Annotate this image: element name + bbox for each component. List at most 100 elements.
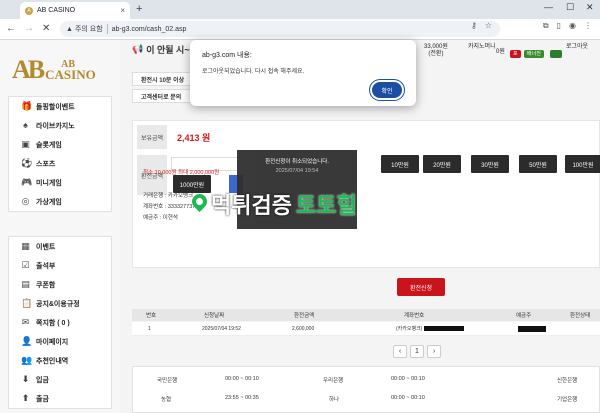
- tab-title: AB CASINO: [37, 7, 76, 14]
- sidebar-item[interactable]: ♠ 라이브카지노: [9, 116, 111, 135]
- sidebar-item[interactable]: 🎮 미니게임: [9, 173, 111, 192]
- sidebar-item-label: 출금: [36, 395, 49, 403]
- menu-icon[interactable]: ⋮: [584, 21, 592, 31]
- bank-info: 거래은행 : 카카오뱅크: [143, 193, 194, 199]
- coupon-icon: ▤: [21, 279, 30, 289]
- min-max-note: 최소 10,000원 최대 2,000,000원: [143, 170, 220, 176]
- sidebar-item[interactable]: 👤 마이페이지: [9, 332, 111, 351]
- balance-value: 2,413 원: [177, 133, 211, 143]
- back-icon[interactable]: ←: [6, 23, 16, 35]
- amount-30-button[interactable]: 30만원: [471, 155, 509, 173]
- warning-icon: ▲: [66, 25, 73, 33]
- account-menu: ▦ 이벤트 ☑ 출석부 ▤ 쿠폰함 📋 공지&이용규정 ✉ 쪽지함 ( 0 ) 👤 마이페이지 👥 추천인…: [8, 236, 112, 409]
- url-text: ab-g3.com/cash_02.asp: [111, 25, 187, 33]
- amount-10-button[interactable]: 10만원: [381, 155, 419, 173]
- sidebar-item-label: 라이브카지노: [36, 122, 75, 130]
- forward-icon[interactable]: →: [24, 23, 34, 35]
- vr-icon: ◎: [21, 196, 30, 206]
- game-menu: 🎁 돌핑할이벤트 ♠ 라이브카지노 ▣ 슬롯게임 ⚽ 스포츠 🎮 미니게임 ◎ 가상게임: [8, 96, 112, 212]
- casino-money: 카지노머니: [468, 44, 496, 50]
- logout-badge-icon[interactable]: [550, 50, 562, 58]
- sidebar-item-label: 이벤트: [36, 243, 56, 251]
- sidebar-item[interactable]: ⬆ 출금: [9, 389, 111, 408]
- withdraw-icon: ⬆: [21, 393, 30, 403]
- logout-link[interactable]: 로그아웃: [566, 44, 588, 51]
- bank-maintenance-table: 국민은행 00:00 ~ 00:10 우리은행 00:00 ~ 00:10 신한…: [132, 366, 600, 413]
- banner-badge[interactable]: 배너전: [524, 50, 544, 58]
- dialog-ok-button[interactable]: 확인: [372, 82, 402, 98]
- sidebar-item-label: 마이페이지: [36, 338, 69, 346]
- notice-icon: 📋: [21, 298, 33, 308]
- ball-icon: ⚽: [21, 158, 33, 168]
- close-tab-icon[interactable]: ×: [120, 6, 125, 15]
- gift-icon: 🎁: [21, 101, 33, 111]
- amount-20-button[interactable]: 20만원: [423, 155, 461, 173]
- amount-50-button[interactable]: 50만원: [519, 155, 557, 173]
- redacted-holder: [518, 326, 546, 332]
- close-window-icon[interactable]: ✕: [586, 2, 594, 13]
- deposit-icon: ⬇: [21, 374, 30, 384]
- sidebar-item[interactable]: ⚽ 스포츠: [9, 154, 111, 173]
- dialog-title: ab-g3.com 내용:: [202, 52, 252, 59]
- new-tab-icon[interactable]: +: [136, 3, 142, 15]
- redacted-account: [424, 326, 464, 331]
- security-warning[interactable]: ▲ 주의 요함: [66, 24, 108, 34]
- mail-icon: ✉: [21, 317, 30, 327]
- site-logo[interactable]: AB AB CASINO: [12, 54, 106, 86]
- holder-info: 예금주 : 이현석: [143, 215, 178, 221]
- history-table-header: 번호 신청날짜 환전금액 계좌번호 예금주 환전상태: [132, 309, 600, 321]
- sidebar-item[interactable]: ▦ 이벤트: [9, 237, 111, 256]
- star-icon[interactable]: ☆: [485, 21, 492, 30]
- next-page-button[interactable]: ›: [427, 345, 441, 358]
- extensions-icon[interactable]: ⧉: [543, 21, 549, 31]
- sidebar-item[interactable]: ✉ 쪽지함 ( 0 ): [9, 313, 111, 332]
- stop-icon[interactable]: ✕: [42, 23, 50, 35]
- sidebar-item-label: 쿠폰함: [36, 281, 56, 289]
- alert-dialog: ab-g3.com 내용: 로그아웃되었습니다. 다시 접속 해주세요. 확인: [190, 40, 416, 106]
- page-1-button[interactable]: 1: [410, 345, 424, 358]
- pagination: ‹ 1 ›: [393, 345, 441, 358]
- browser-toolbar: ← → ✕ ▲ 주의 요함 ab-g3.com/cash_02.asp ⚷ ☆ …: [0, 19, 600, 40]
- key-icon[interactable]: ⚷: [471, 21, 477, 30]
- table-row[interactable]: 1 2025/07/04 19:52 2,600,000 (카카오뱅크): [132, 322, 600, 336]
- address-actions: ⚷ ☆: [471, 21, 492, 30]
- sidebar-item-label: 스포츠: [36, 160, 56, 168]
- sidebar-item[interactable]: ◎ 가상게임: [9, 192, 111, 211]
- map-pin-icon: [192, 194, 207, 214]
- amount-100-button[interactable]: 100만원: [565, 155, 600, 173]
- point-badge[interactable]: 포: [510, 50, 521, 58]
- spade-icon: ♠: [23, 120, 28, 130]
- sidebar-item-label: 출석부: [36, 262, 56, 270]
- browser-tab-strip: A AB CASINO × + — ☐ ✕: [0, 0, 600, 19]
- favicon-icon: A: [25, 6, 33, 15]
- profile-icon[interactable]: ◉: [569, 21, 576, 31]
- check-icon: ☑: [21, 260, 30, 270]
- balance-label: 보유금액: [137, 125, 167, 149]
- sidebar-item[interactable]: ☑ 출석부: [9, 256, 111, 275]
- sidebar-item[interactable]: 👥 추천인내역: [9, 351, 111, 370]
- sidebar-item[interactable]: ▣ 슬롯게임: [9, 135, 111, 154]
- slot-icon: ▣: [21, 139, 30, 149]
- sidebar-item-label: 슬롯게임: [36, 141, 62, 149]
- sidebar-item-label: 공지&이용규정: [36, 300, 80, 308]
- dialog-message: 로그아웃되었습니다. 다시 접속 해주세요.: [202, 69, 305, 75]
- user-icon: 👤: [21, 336, 33, 346]
- gamepad-icon: 🎮: [21, 177, 33, 187]
- sidebar-item-label: 입금: [36, 376, 49, 384]
- sidebar-item[interactable]: ⬇ 입금: [9, 370, 111, 389]
- sidebar-item[interactable]: 🎁 돌핑할이벤트: [9, 97, 111, 116]
- casino-money-value: 0원: [496, 49, 505, 55]
- prev-page-button[interactable]: ‹: [393, 345, 407, 358]
- sidepanel-icon[interactable]: ▯: [557, 21, 561, 31]
- maximize-icon[interactable]: ☐: [566, 2, 574, 13]
- apply-withdraw-button[interactable]: 환전신청: [397, 278, 445, 296]
- address-bar[interactable]: ▲ 주의 요함 ab-g3.com/cash_02.asp: [60, 21, 500, 37]
- sidebar-item[interactable]: ▤ 쿠폰함: [9, 275, 111, 294]
- toolbar-actions: ⧉ ▯ ◉ ⋮: [543, 21, 592, 31]
- megaphone-icon: 📢: [132, 43, 144, 54]
- browser-tab[interactable]: A AB CASINO ×: [20, 2, 130, 19]
- sidebar-item[interactable]: 📋 공지&이용규정: [9, 294, 111, 313]
- sidebar-item-label: 돌핑할이벤트: [36, 103, 75, 111]
- minimize-icon[interactable]: —: [544, 2, 553, 12]
- sidebar-item-label: 추천인내역: [36, 357, 69, 365]
